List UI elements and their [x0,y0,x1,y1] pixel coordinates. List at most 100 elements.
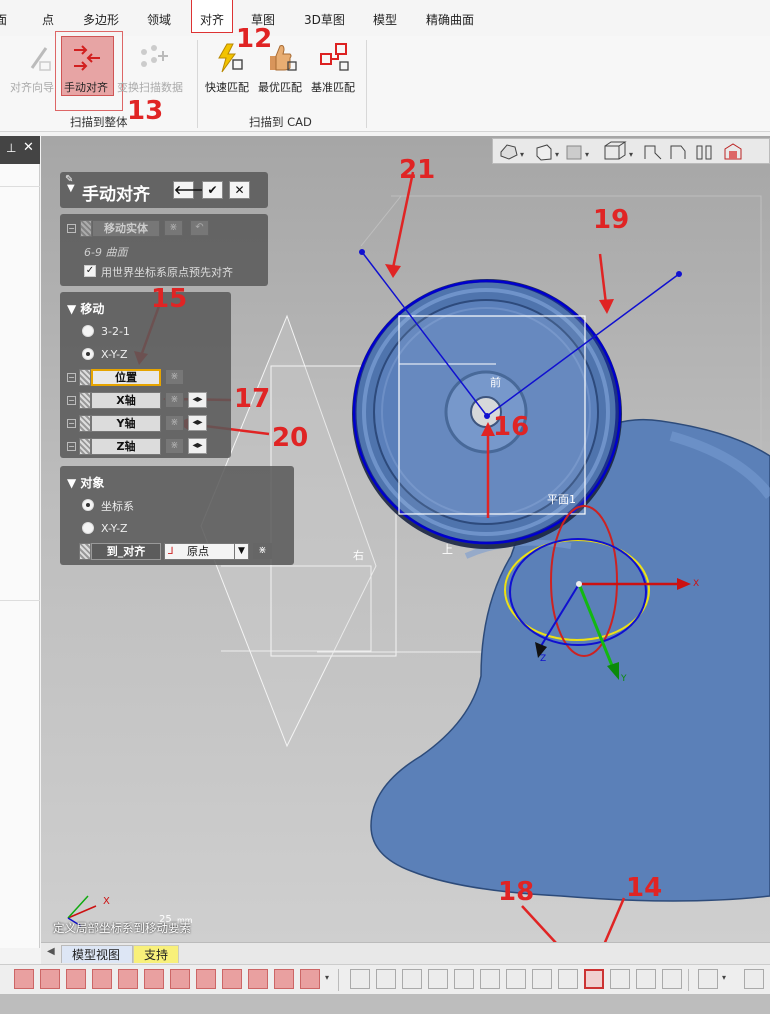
flip-icon[interactable]: ◂▸ [188,438,207,454]
filter-icon[interactable] [274,969,294,989]
move-header[interactable]: ▼ 移动 [67,300,104,317]
z-axis-field[interactable]: Z轴 [91,438,161,455]
collapse-icon[interactable]: ▼ [67,183,75,194]
expand-icon[interactable]: − [67,224,76,233]
field-marker [79,415,91,432]
undo-icon[interactable]: ↶ [190,220,209,236]
chevron-down-icon[interactable]: ▼ [234,544,248,559]
transform-scan-label[interactable]: 变换扫描数据 [117,79,183,95]
radio-coord-system[interactable] [82,499,94,511]
group-scan-to-cad: 扫描到 CAD [249,115,312,129]
expand-icon[interactable]: − [67,419,76,428]
tab-support[interactable]: 支持 [133,945,180,963]
back-button[interactable]: 🡐 [173,181,206,199]
tab-model-view[interactable]: 模型视图 [61,945,133,963]
prealign-checkbox[interactable]: ✓ [84,265,96,277]
filter-icon[interactable] [118,969,138,989]
pin-icon[interactable]: ⊥ [6,141,16,155]
select-icon[interactable] [428,969,448,989]
transform-scan-icon [141,45,168,67]
options-icon[interactable]: ⋇ [253,543,272,559]
bottom-toolbar: ▾ ▾ [0,964,770,994]
best-match-label[interactable]: 最优匹配 [258,79,302,95]
datum-match-label[interactable]: 基准匹配 [311,79,355,95]
manual-align-label[interactable]: 手动对齐 [64,79,108,95]
filter-icon[interactable] [248,969,268,989]
options-icon[interactable]: ⋇ [165,369,184,385]
menu-precise-surface[interactable]: 精确曲面 [426,11,474,28]
datum-match-icon [320,43,349,71]
select-icon[interactable] [376,969,396,989]
move-entity-field[interactable]: 移动实体 [92,220,160,237]
top-label: 上 [442,543,453,556]
menu-face[interactable]: 面 [0,11,7,28]
filter-icon[interactable] [40,969,60,989]
object-header[interactable]: ▼ 对象 [67,474,104,491]
filter-icon[interactable] [170,969,190,989]
flip-icon[interactable]: ◂▸ [188,392,207,408]
filter-icon[interactable] [66,969,86,989]
filter-icon[interactable] [92,969,112,989]
expand-icon[interactable]: − [67,373,76,382]
field-marker [79,392,91,409]
select-icon[interactable] [402,969,422,989]
expand-icon[interactable]: − [67,442,76,451]
dialog-title: 手动对齐 [82,185,150,205]
quick-match-label[interactable]: 快速匹配 [205,79,249,95]
options-icon[interactable]: ⋇ [165,438,184,454]
ok-button[interactable]: ✔ [202,181,223,199]
select-icon[interactable] [532,969,552,989]
move-header-label: 移动 [80,302,105,316]
expand-icon[interactable]: − [67,396,76,405]
radio-xyz[interactable] [82,348,94,360]
menu-3d-sketch[interactable]: 3D草图 [304,11,345,28]
chevron-down-icon[interactable]: ▾ [722,973,726,982]
cancel-button[interactable]: ✕ [229,181,250,199]
chevron-down-icon[interactable]: ▾ [325,973,329,982]
measure-icon[interactable] [744,969,764,989]
annotation-16: 16 [493,412,530,442]
field-marker [79,369,91,386]
to-align-field[interactable]: 到_对齐 [91,543,161,560]
radio-xyz[interactable] [82,522,94,534]
copy-icon[interactable] [698,969,718,989]
filter-icon[interactable] [300,969,320,989]
y-axis-field[interactable]: Y轴 [91,415,161,432]
left-dock-panel [0,136,40,948]
options-icon[interactable]: ⋇ [164,220,183,236]
filter-icon[interactable] [196,969,216,989]
align-wizard-label[interactable]: 对齐向导 [10,79,54,95]
close-icon[interactable]: ✕ [23,140,34,155]
options-icon[interactable]: ⋇ [165,415,184,431]
select-icon[interactable] [636,969,656,989]
position-field[interactable]: 位置 [91,369,161,386]
menu-model[interactable]: 模型 [373,11,397,28]
gizmo-z-label: Z [540,654,547,664]
flip-icon[interactable]: ◂▸ [188,415,207,431]
svg-text:▾: ▾ [520,150,524,159]
filter-icon[interactable] [14,969,34,989]
select-icon[interactable] [454,969,474,989]
origin-axes-icon: ⅃ [168,546,174,557]
plane1-label: 平面1 [547,493,576,506]
select-icon[interactable] [350,969,370,989]
radio-321[interactable] [82,325,94,337]
select-icon[interactable] [480,969,500,989]
select-icon[interactable] [610,969,630,989]
origin-combo[interactable]: ⅃ 原点 ▼ [164,543,249,560]
menu-point[interactable]: 点 [42,11,54,28]
select-through-icon[interactable] [584,969,604,989]
view-toolbar-icons: ▾ ▾ ▾ ▾ [500,141,742,161]
options-icon[interactable]: ⋇ [165,392,184,408]
select-icon[interactable] [506,969,526,989]
scroll-left-icon[interactable]: ◀ [47,946,55,957]
menu-align[interactable]: 对齐 [200,11,224,28]
menu-polygon[interactable]: 多边形 [83,11,119,28]
menu-region[interactable]: 领域 [147,11,171,28]
select-icon[interactable] [662,969,682,989]
select-window-icon[interactable] [558,969,578,989]
annotation-15: 15 [151,284,188,314]
x-axis-field[interactable]: X轴 [91,392,161,409]
filter-icon[interactable] [222,969,242,989]
filter-icon[interactable] [144,969,164,989]
